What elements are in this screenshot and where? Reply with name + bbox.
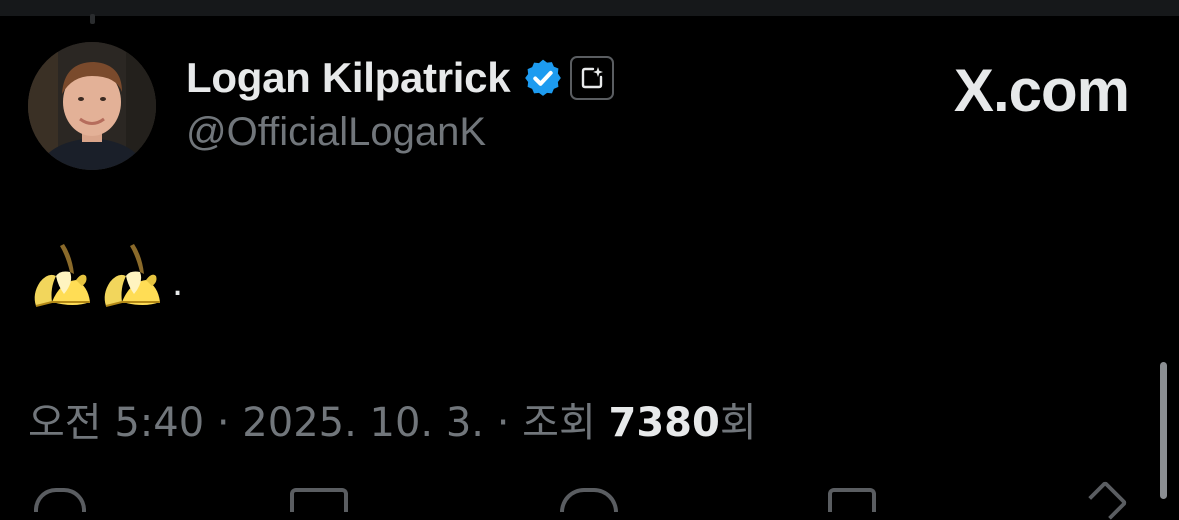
bookmark-icon[interactable] (828, 488, 876, 512)
share-icon[interactable] (1088, 480, 1128, 520)
profile-photo-icon (28, 42, 156, 170)
scrollbar[interactable] (1160, 362, 1167, 499)
tweet-trailing-text: . (172, 260, 184, 304)
banana-emoji-icon (104, 244, 160, 307)
tweet-time[interactable]: 오전 5:40 (28, 400, 204, 446)
reply-icon[interactable] (34, 488, 86, 512)
tweet-date[interactable]: 2025. 10. 3. (242, 400, 484, 446)
author-name-row: Logan Kilpatrick (186, 52, 615, 104)
avatar[interactable] (28, 42, 156, 170)
meta-separator: · (484, 400, 523, 446)
tweet-text: . (30, 240, 183, 312)
x-logo-icon: X (953, 57, 994, 124)
tweet-metadata: 오전 5:40 · 2025. 10. 3. · 조회 7380회 (28, 390, 757, 448)
views-count[interactable]: 7380 (609, 400, 720, 446)
banana-emoji-icon (34, 244, 90, 307)
top-bar-tick (90, 14, 95, 24)
views-suffix: 회 (719, 400, 757, 446)
top-status-bar (0, 0, 1179, 16)
views-prefix: 조회 (522, 400, 609, 446)
meta-separator: · (204, 400, 243, 446)
repost-icon[interactable] (290, 488, 348, 512)
brand-suffix: .com (992, 57, 1130, 124)
like-icon[interactable] (560, 488, 618, 512)
grok-explain-icon[interactable] (570, 56, 615, 100)
author-handle[interactable]: @OfficialLoganK (186, 110, 486, 155)
x-com-watermark: X.com (953, 56, 1130, 125)
verified-badge-icon[interactable] (522, 57, 564, 99)
author-display-name[interactable]: Logan Kilpatrick (186, 54, 511, 102)
